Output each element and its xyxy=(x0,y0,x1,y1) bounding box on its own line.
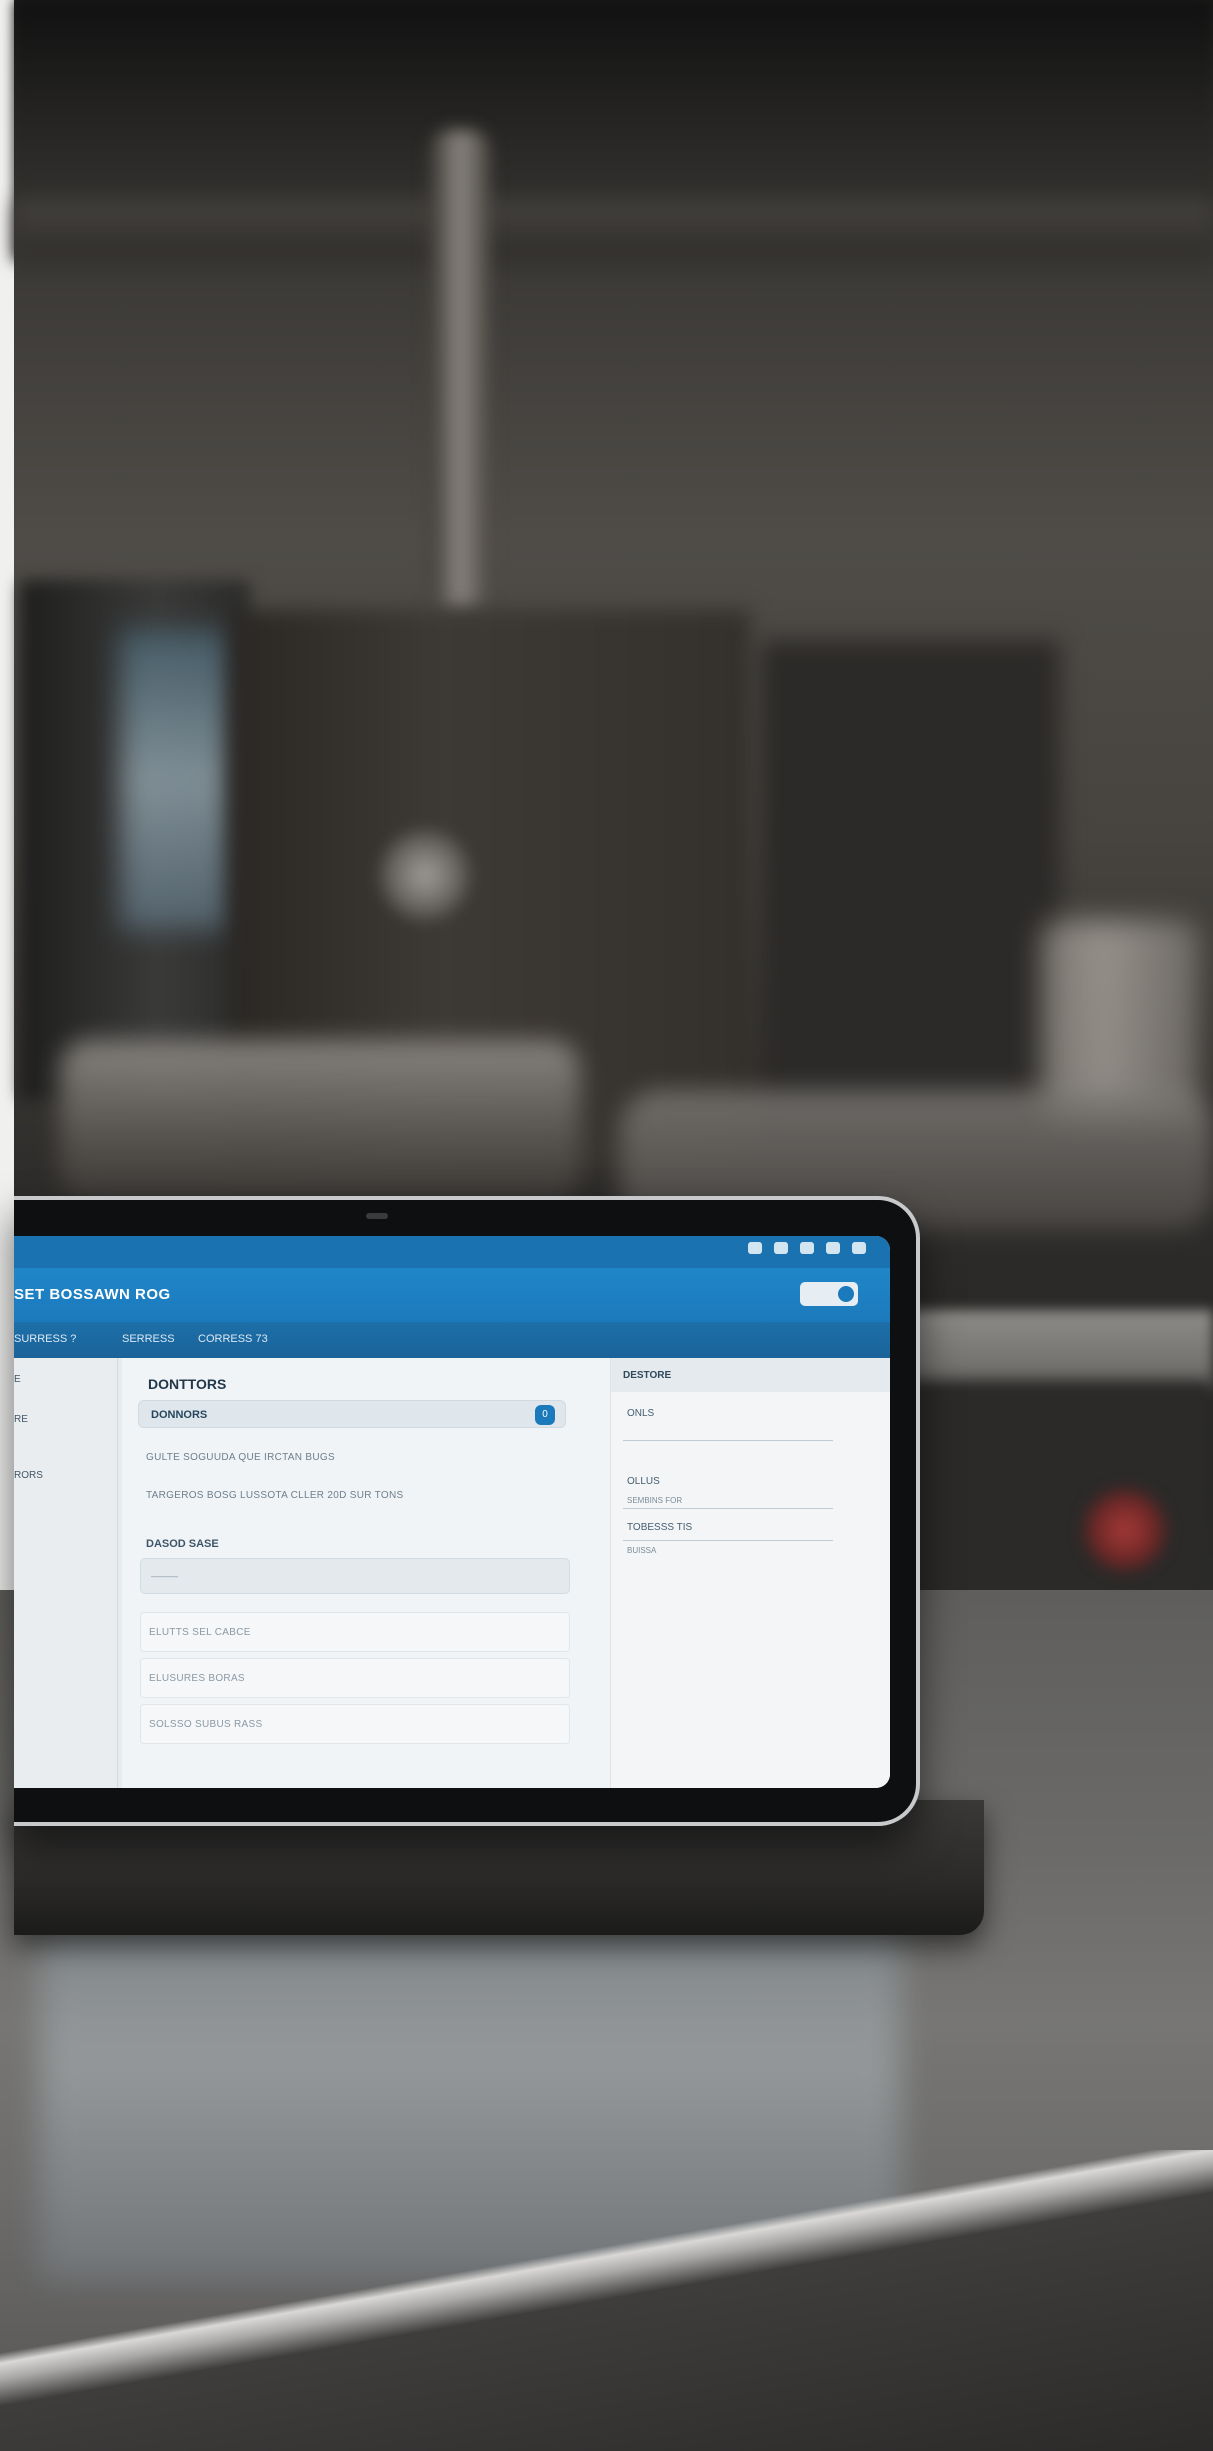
page-title: DONTTORS xyxy=(148,1376,227,1392)
status-icons xyxy=(748,1242,866,1254)
list-item[interactable]: SOLSSO SUBUS RASS xyxy=(140,1704,570,1744)
red-knob xyxy=(1085,1490,1165,1570)
list-item-label-1: ELUTTS SEL CABCE xyxy=(149,1627,251,1638)
count-badge[interactable]: 0 xyxy=(535,1405,555,1425)
kitchen-cabinet-right xyxy=(760,640,1060,1140)
detail-item-1: ONLS xyxy=(627,1408,655,1419)
list-item[interactable]: ELUSURES BORAS xyxy=(140,1658,570,1698)
main-panel: DONTTORS DONNORS 0 GULTE SOGUUDA QUE IRC… xyxy=(122,1358,610,1788)
sidebar-item-2[interactable]: RE xyxy=(14,1414,28,1425)
exhaust-pipe xyxy=(430,130,490,610)
detail-header: DESTORE xyxy=(611,1358,890,1392)
divider xyxy=(623,1440,833,1441)
input-value: ——— xyxy=(151,1571,178,1581)
status-bar xyxy=(14,1236,890,1268)
detail-title: DESTORE xyxy=(623,1370,672,1381)
list-item-label-3: SOLSSO SUBUS RASS xyxy=(149,1719,263,1730)
tablet-screen: SET BOSSAWN ROG SURRESS ? SERRESS CORRES… xyxy=(14,1236,890,1788)
signal-icon xyxy=(748,1242,762,1254)
cabinet-knob xyxy=(380,830,470,920)
divider xyxy=(623,1540,833,1541)
oven-control-panel xyxy=(120,630,230,930)
tablet-device: SET BOSSAWN ROG SURRESS ? SERRESS CORRES… xyxy=(14,1196,920,1826)
appbar-toggle[interactable] xyxy=(800,1282,858,1306)
location-icon xyxy=(800,1242,814,1254)
range-hood-lip xyxy=(14,200,1213,260)
info-line-2: TARGEROS BOSG LUSSOTA CLLER 20D SUR TONS xyxy=(146,1490,404,1501)
info-line-1: GULTE SOGUUDA QUE IRCTAN BUGS xyxy=(146,1452,335,1463)
detail-item-3: SEMBINS FOR xyxy=(627,1496,683,1505)
list-item-label-2: ELUSURES BORAS xyxy=(149,1673,245,1684)
selected-item-label: DONNORS xyxy=(151,1409,208,1421)
kitchen-scene: SET BOSSAWN ROG SURRESS ? SERRESS CORRES… xyxy=(0,0,1213,2451)
detail-item-5: BUISSA xyxy=(627,1546,657,1555)
battery-icon xyxy=(826,1242,840,1254)
table-edge xyxy=(0,2150,1213,2451)
selected-list-item[interactable]: DONNORS 0 xyxy=(138,1400,566,1428)
sidebar-item-3[interactable]: RORS xyxy=(14,1470,43,1481)
divider xyxy=(623,1508,833,1509)
detail-item-4: TOBESSS TIS xyxy=(627,1522,693,1533)
eye-icon xyxy=(852,1242,866,1254)
counter-front xyxy=(870,1380,1213,1610)
sidebar-item-1[interactable]: E xyxy=(14,1374,21,1385)
subnav-item-3[interactable]: CORRESS 73 xyxy=(198,1333,268,1345)
wifi-icon xyxy=(774,1242,788,1254)
subnav-item-1[interactable]: SURRESS ? xyxy=(14,1333,76,1345)
cooking-pots xyxy=(60,1040,580,1200)
detail-item-2: OLLUS xyxy=(627,1476,660,1487)
detail-panel: DESTORE ONLS OLLUS SEMBINS FOR TOBESSS T… xyxy=(610,1358,890,1788)
camera-icon xyxy=(366,1213,388,1219)
app-bar: SET BOSSAWN ROG xyxy=(14,1268,890,1322)
text-input[interactable]: ——— xyxy=(140,1558,570,1594)
sidebar: E RE RORS xyxy=(14,1358,118,1788)
sub-navigation: SURRESS ? SERRESS CORRESS 73 xyxy=(14,1322,890,1358)
section-label: DASOD SASE xyxy=(146,1538,219,1550)
list-item[interactable]: ELUTTS SEL CABCE xyxy=(140,1612,570,1652)
app-title: SET BOSSAWN ROG xyxy=(14,1286,171,1303)
subnav-item-2[interactable]: SERRESS xyxy=(122,1333,175,1345)
